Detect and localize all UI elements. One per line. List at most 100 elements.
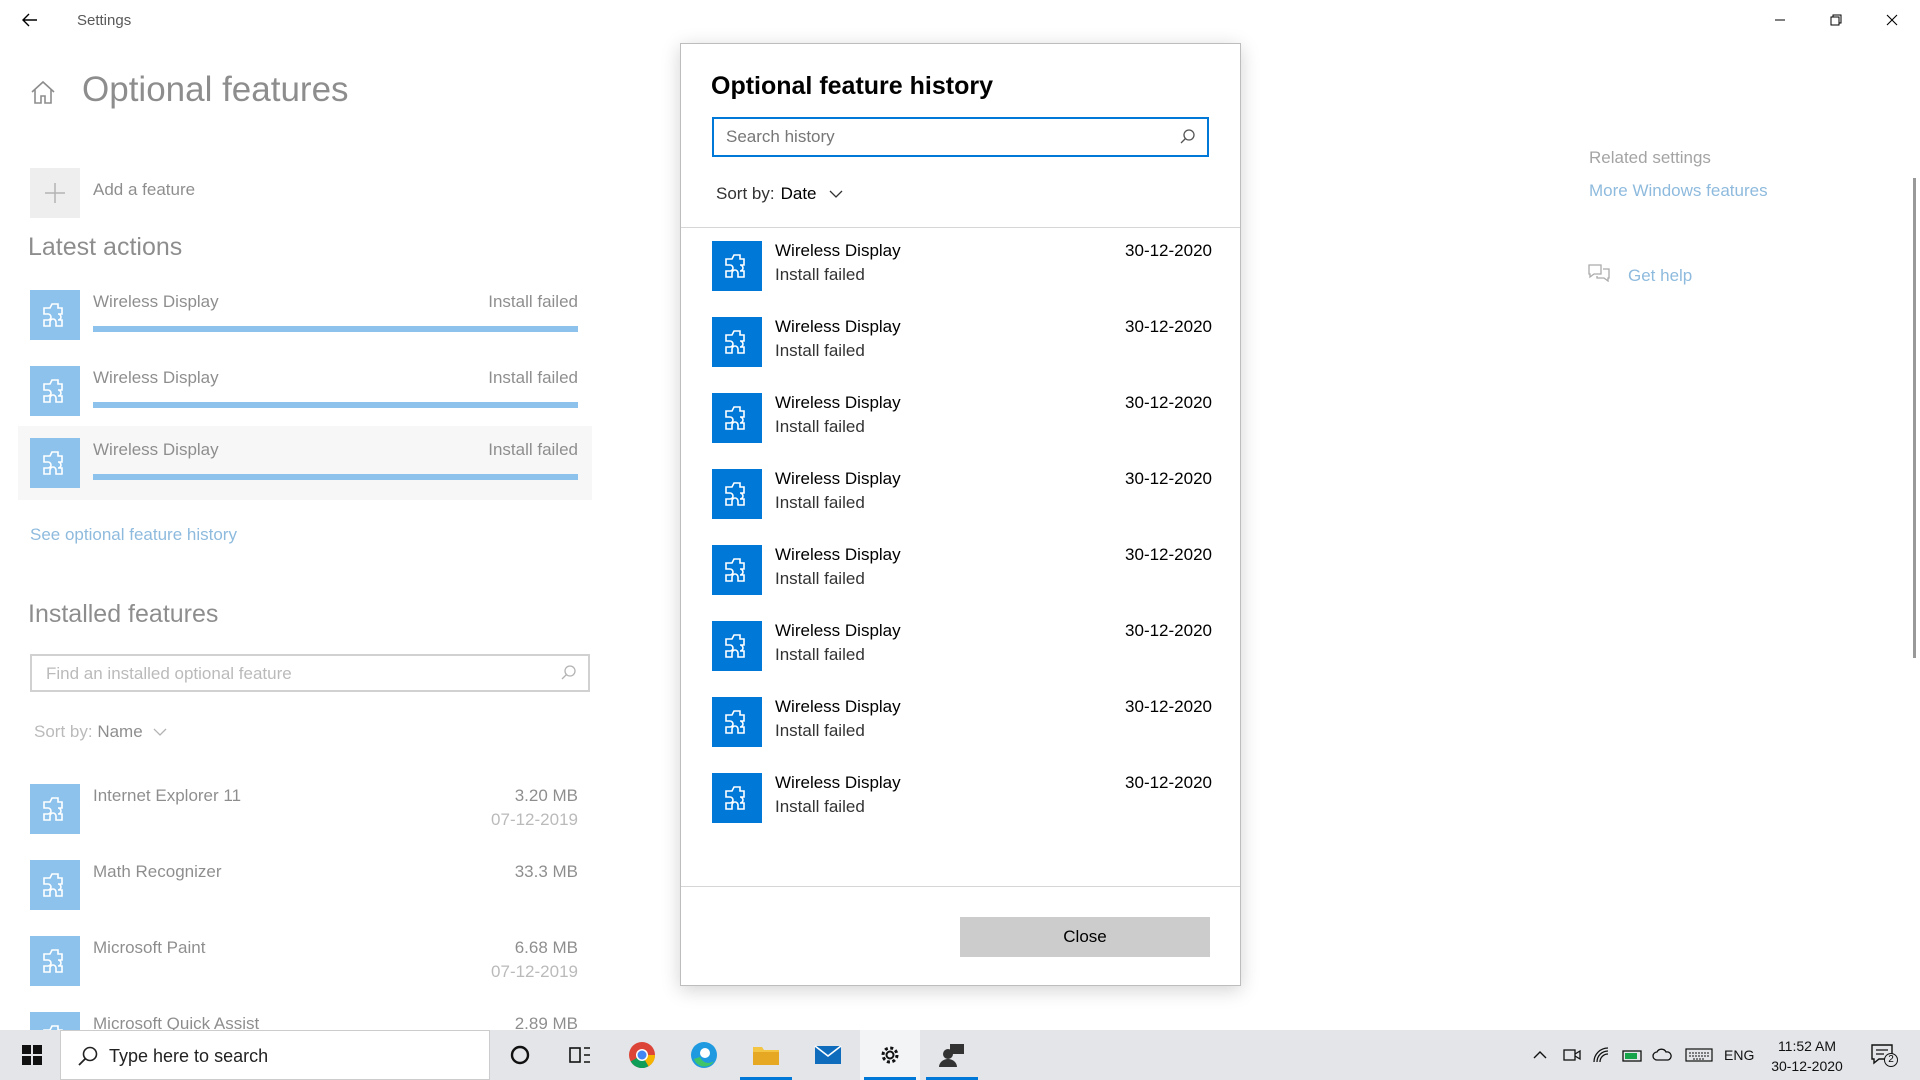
latest-action-row[interactable]: Wireless Display Install failed [18,360,592,434]
feature-name: Microsoft Quick Assist [93,1014,260,1030]
close-window-button[interactable] [1864,0,1920,40]
people-app-icon [939,1044,964,1067]
chevron-up-icon [1533,1051,1547,1059]
see-history-link[interactable]: See optional feature history [30,525,237,545]
sort-value: Name [97,722,143,741]
minimize-button[interactable] [1752,0,1808,40]
latest-action-status: Install failed [488,292,578,311]
feature-puzzle-icon [30,438,80,488]
history-date: 30-12-2020 [1125,241,1212,260]
edge-icon [691,1042,717,1068]
tray-overflow-button[interactable] [1530,1045,1550,1065]
dialog-divider [681,227,1240,228]
restore-button[interactable] [1808,0,1864,40]
installed-feature-row[interactable]: Microsoft Paint 6.68 MB 07-12-2019 [30,928,590,998]
close-button[interactable]: Close [960,917,1210,957]
history-feature-name: Wireless Display [775,241,901,260]
search-icon[interactable] [1179,128,1197,146]
add-feature-button[interactable]: Add a feature [30,168,630,220]
history-feature-name: Wireless Display [775,697,901,716]
page-scrollbar[interactable] [1913,178,1916,658]
history-search-input[interactable] [726,125,1166,149]
installed-feature-row[interactable]: Math Recognizer 33.3 MB [30,852,590,922]
latest-action-name: Wireless Display [93,292,219,311]
installed-feature-row[interactable]: Internet Explorer 11 3.20 MB 07-12-2019 [30,776,590,846]
back-arrow-icon [22,13,37,27]
history-status: Install failed [775,493,865,512]
app-title: Settings [77,12,132,29]
start-button[interactable] [8,1030,56,1080]
battery-charging-icon [1622,1050,1642,1062]
history-row: Wireless Display Install failed 30-12-20… [712,697,1212,757]
history-status: Install failed [775,417,865,436]
feature-puzzle-icon [712,393,762,443]
tray-meet-button[interactable] [1562,1045,1582,1065]
feature-puzzle-icon [30,784,80,834]
file-explorer-button[interactable] [736,1030,796,1080]
more-windows-features-link[interactable]: More Windows features [1589,181,1768,201]
notification-count: 2 [1884,1053,1898,1067]
history-status: Install failed [775,645,865,664]
feature-puzzle-icon [30,860,80,910]
history-row: Wireless Display Install failed 30-12-20… [712,393,1212,453]
people-app-button[interactable] [922,1030,982,1080]
history-status: Install failed [775,797,865,816]
feature-puzzle-icon [712,545,762,595]
chrome-button[interactable] [612,1030,672,1080]
chrome-icon [629,1042,656,1069]
feature-size: 33.3 MB [514,862,578,881]
windows-logo-icon [22,1045,42,1065]
notifications-button[interactable]: 2 [1868,1043,1898,1067]
get-help-link[interactable]: Get help [1628,266,1692,286]
taskbar-search-box[interactable]: Type here to search [60,1030,490,1080]
tray-network-button[interactable] [1592,1045,1612,1065]
close-icon [1886,14,1898,26]
clock[interactable]: 11:52 AM 30-12-2020 [1762,1036,1852,1076]
installed-sort-dropdown[interactable]: Sort by: Name [34,722,167,742]
back-button[interactable] [14,6,46,34]
tray-onedrive-button[interactable] [1652,1045,1672,1065]
feature-puzzle-icon [30,290,80,340]
tray-battery-button[interactable] [1622,1045,1642,1065]
latest-action-row[interactable]: Wireless Display Install failed [18,284,592,358]
settings-button[interactable] [860,1030,920,1080]
latest-action-row[interactable]: Wireless Display Install failed [18,426,592,500]
history-feature-name: Wireless Display [775,545,901,564]
mail-button[interactable] [798,1030,858,1080]
cortana-button[interactable] [490,1030,550,1080]
history-search-box[interactable] [712,117,1209,157]
chevron-down-icon [829,190,842,198]
feature-puzzle-icon [712,697,762,747]
progress-bar [93,402,578,408]
feature-date: 07-12-2019 [491,962,578,981]
history-row: Wireless Display Install failed 30-12-20… [712,317,1212,377]
history-status: Install failed [775,341,865,360]
feature-name: Math Recognizer [93,862,222,881]
related-settings-heading: Related settings [1589,148,1711,167]
history-sort-dropdown[interactable]: Sort by: Date [716,184,843,204]
history-row: Wireless Display Install failed 30-12-20… [712,469,1212,529]
search-icon [561,665,576,680]
language-indicator[interactable]: ENG [1724,1047,1754,1063]
tray-keyboard-button[interactable] [1684,1045,1714,1065]
installed-feature-row[interactable]: Microsoft Quick Assist 2.89 MB [30,1004,590,1030]
home-icon[interactable] [28,78,58,108]
installed-search-placeholder: Find an installed optional feature [46,664,292,683]
history-date: 30-12-2020 [1125,469,1212,488]
feature-puzzle-icon [712,317,762,367]
task-view-button[interactable] [550,1030,610,1080]
get-help-icon [1588,264,1610,283]
installed-search-input[interactable]: Find an installed optional feature [30,654,590,692]
history-feature-name: Wireless Display [775,317,901,336]
latest-action-name: Wireless Display [93,368,219,387]
feature-name: Internet Explorer 11 [93,786,242,805]
history-feature-name: Wireless Display [775,773,901,792]
wifi-icon [1593,1047,1609,1063]
feature-name: Microsoft Paint [93,938,206,957]
feature-date: 07-12-2019 [491,810,578,829]
edge-button[interactable] [674,1030,734,1080]
cortana-icon [510,1045,530,1065]
feature-puzzle-icon [30,366,80,416]
plus-icon [45,183,65,203]
cloud-icon [1652,1048,1672,1061]
